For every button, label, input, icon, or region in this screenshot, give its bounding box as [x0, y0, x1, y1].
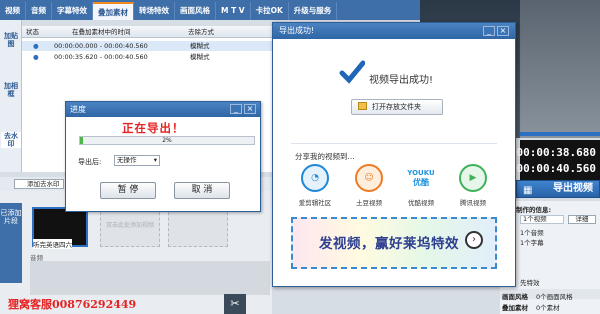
- table-row[interactable]: ● 00:00:35.620 - 00:00:40.560 模糊式: [22, 52, 274, 62]
- after-export-select[interactable]: 无操作 ▾: [114, 155, 160, 166]
- add-frame-button[interactable]: 加相框: [1, 82, 21, 98]
- exporting-status: 正在导出！: [122, 121, 185, 135]
- export-success-dialog: 导出成功! _ × 视频导出成功! 打开存放文件夹 分享我的视频到... ◔ 爱…: [272, 22, 516, 287]
- export-progress-bar: 2%: [79, 136, 255, 145]
- close-icon[interactable]: ×: [244, 104, 256, 114]
- cancel-button[interactable]: 取 消: [174, 182, 230, 199]
- watermark-list-header: 状态 在叠加素材中的时间 去除方式: [22, 26, 274, 38]
- tab-picture-style[interactable]: 画面风格: [175, 2, 216, 20]
- info-heading: 制作的信息:: [516, 206, 552, 214]
- tab-overlay-material[interactable]: 叠加素材: [93, 2, 134, 20]
- success-dialog-title: 导出成功!: [273, 23, 515, 39]
- add-sticker-button[interactable]: 加贴图: [1, 32, 21, 48]
- added-segment-tab[interactable]: 已添加片段: [0, 203, 22, 283]
- tab-karaoke[interactable]: 卡拉OK: [251, 2, 289, 20]
- success-message: 视频导出成功!: [369, 75, 434, 86]
- tab-video[interactable]: 视频: [0, 2, 26, 20]
- clip-name: 听完英语四六: [33, 239, 72, 249]
- share-aijianji[interactable]: ◔ 爱剪辑社区: [291, 164, 339, 207]
- scissors-icon[interactable]: ✂: [224, 294, 246, 314]
- folder-icon: [358, 102, 367, 110]
- total-time: 00:00:38.680: [516, 146, 596, 159]
- empty-clip-slot[interactable]: 双击此处添加视频: [100, 207, 160, 247]
- col-mode: 去除方式: [188, 28, 214, 36]
- col-status: 状态: [26, 28, 39, 36]
- tab-upgrade-service[interactable]: 升级与服务: [289, 2, 338, 20]
- share-youku[interactable]: YOUKU 优酷 优酷视频: [397, 164, 445, 207]
- table-row[interactable]: ● 00:00:00.000 - 00:00:40.560 模糊式: [22, 41, 274, 51]
- close-icon[interactable]: ×: [497, 26, 509, 36]
- remove-watermark-button[interactable]: 去水印: [1, 132, 21, 148]
- tencent-video-icon: ▶: [459, 164, 487, 192]
- aijianji-icon: ◔: [301, 164, 329, 192]
- tab-audio[interactable]: 音频: [26, 2, 52, 20]
- check-icon: [339, 60, 365, 84]
- promo-banner-text: 发视频，赢好莱坞特效: [319, 236, 459, 252]
- export-video-button[interactable]: ▦ 导出视频: [516, 180, 600, 198]
- main-tab-bar: 视频 音频 字幕特效 叠加素材 转场特效 画面风格 M T V 卡拉OK 升级与…: [0, 0, 420, 20]
- share-label: 分享我的视频到...: [295, 152, 355, 161]
- col-time: 在叠加素材中的时间: [72, 28, 131, 36]
- chevron-down-icon: ▾: [153, 156, 157, 164]
- tab-subtitle-effects[interactable]: 字幕特效: [52, 2, 93, 20]
- promo-banner[interactable]: 发视频，赢好莱坞特效 ›: [291, 217, 497, 269]
- pause-button[interactable]: 暂 停: [100, 182, 156, 199]
- open-folder-button[interactable]: 打开存放文件夹: [351, 99, 443, 115]
- after-export-label: 导出后:: [78, 158, 102, 166]
- audio-track[interactable]: [30, 261, 270, 295]
- empty-clip-slot[interactable]: [168, 207, 228, 247]
- tudou-icon: ☺: [355, 164, 383, 192]
- export-icon: ▦: [523, 185, 533, 196]
- tab-mtv[interactable]: M T V: [216, 2, 251, 20]
- progress-dialog: 进度 _ × 正在导出！ 2% 导出后: 无操作 ▾ 暂 停 取 消: [65, 101, 261, 212]
- share-tencent-video[interactable]: ▶ 腾讯视频: [449, 164, 497, 207]
- current-time: 00:00:40.560: [516, 162, 596, 175]
- arrow-right-icon: ›: [465, 231, 483, 249]
- support-watermark: 狸窝客服00876292449: [8, 298, 137, 311]
- details-button[interactable]: 详细: [568, 215, 596, 224]
- add-watermark-button[interactable]: 添加去水印: [14, 179, 64, 189]
- tab-transition[interactable]: 转场特效: [134, 2, 175, 20]
- youku-icon: YOUKU 优酷: [407, 169, 435, 187]
- minimize-icon[interactable]: _: [483, 26, 495, 36]
- minimize-icon[interactable]: _: [230, 104, 242, 114]
- progress-percent: 2%: [162, 137, 172, 144]
- left-sidebar: 加贴图 加相框 去水印: [0, 20, 22, 172]
- share-tudou[interactable]: ☺ 土豆视频: [345, 164, 393, 207]
- time-display: 00:00:38.680 00:00:40.560: [516, 140, 600, 180]
